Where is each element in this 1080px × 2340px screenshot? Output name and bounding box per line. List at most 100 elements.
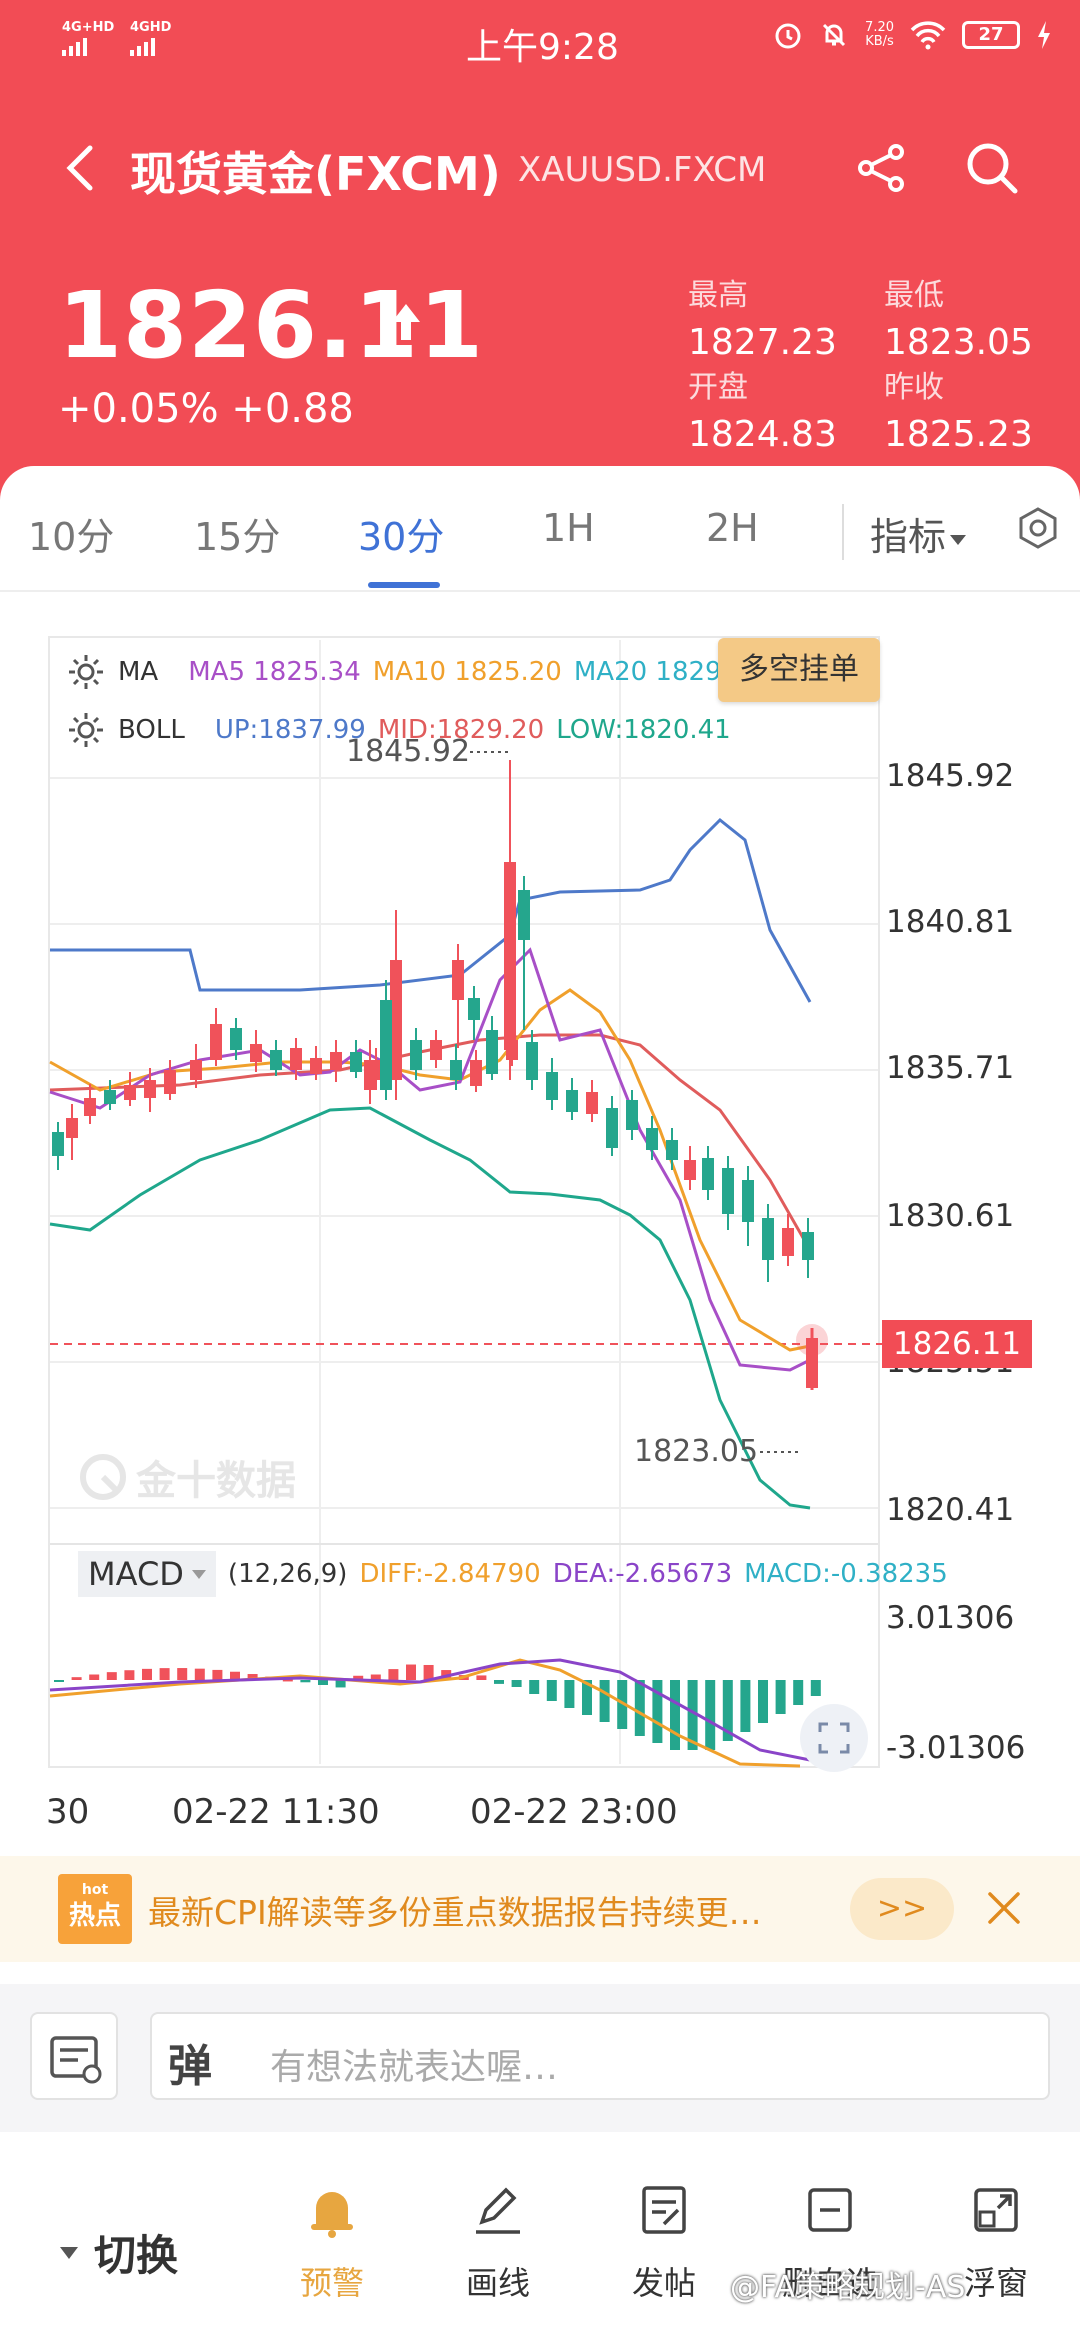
candle-body (452, 960, 464, 1000)
macd-histogram-bar (546, 1680, 557, 1701)
hot-news-banner[interactable]: hot 热点 最新CPI解读等多份重点数据报告持续更… >> (0, 1856, 1080, 1962)
candle-body (742, 1180, 754, 1222)
expand-icon (818, 1722, 850, 1754)
minus-square-icon (808, 2188, 852, 2232)
long-short-order-button[interactable]: 多空挂单 (718, 638, 880, 702)
macd-histogram-bar (124, 1670, 135, 1680)
macd-histogram-bar (106, 1672, 117, 1680)
overlay-watermark: @FA策略规划-AS (730, 2270, 966, 2305)
macd-histogram-bar (388, 1669, 399, 1680)
alert-button[interactable]: 预警 (272, 2180, 392, 2304)
macd-legend: MACD (12,26,9) DIFF:-2.84790 DEA:-2.6567… (66, 1550, 948, 1598)
macd-histogram-bar (406, 1664, 416, 1680)
pen-icon (476, 2187, 520, 2234)
ma10-value: MA10 1825.20 (372, 657, 562, 687)
ma-settings-gear-icon[interactable] (66, 652, 106, 692)
macd-histogram-bar (142, 1668, 152, 1680)
low-marker-label: 1823.05 (634, 1434, 759, 1469)
macd-dea-value: DEA:-2.65673 (552, 1559, 733, 1589)
message-settings-icon (50, 2036, 102, 2084)
price-axis-label: 1830.61 (886, 1198, 1015, 1234)
macd-axis-bottom: -3.01306 (886, 1730, 1026, 1766)
candle-body (468, 998, 480, 1020)
candle-body (330, 1052, 342, 1070)
candle-body (52, 1132, 64, 1156)
macd-histogram-bar (634, 1680, 645, 1736)
macd-histogram-bar (318, 1680, 328, 1686)
candle-body (104, 1090, 116, 1104)
hot-badge: hot 热点 (58, 1874, 132, 1944)
macd-params: (12,26,9) (227, 1559, 348, 1589)
candle-body (470, 1060, 482, 1086)
macd-axis-top: 3.01306 (886, 1600, 1015, 1636)
macd-histogram-bar (740, 1680, 751, 1732)
candle-body (144, 1080, 156, 1098)
candle-body (646, 1128, 658, 1150)
close-icon[interactable] (984, 1888, 1024, 1928)
high-marker-label: 1845.92 (346, 734, 471, 769)
macd-histogram-bar (89, 1674, 100, 1680)
boll-upper-line (50, 817, 812, 1003)
candle-body (164, 1070, 176, 1094)
candle-body (430, 1040, 442, 1060)
hot-news-more-button[interactable]: >> (850, 1878, 954, 1940)
macd-histogram-bar (194, 1668, 205, 1680)
price-axis-label: 1835.71 (886, 1050, 1015, 1086)
boll-label: BOLL (118, 715, 185, 745)
macd-histogram-bar (476, 1675, 487, 1680)
danmaku-icon[interactable]: 弹 (168, 2030, 212, 2094)
macd-histogram-bar (599, 1680, 610, 1722)
candle-body (380, 1000, 392, 1090)
boll-low-value: LOW:1820.41 (556, 715, 731, 745)
macd-histogram-bar (511, 1680, 522, 1687)
candle-body (290, 1048, 302, 1070)
candle-body (250, 1044, 262, 1062)
candle-body (626, 1100, 638, 1130)
candle-body (270, 1050, 282, 1070)
macd-indicator-select[interactable]: MACD (78, 1551, 216, 1597)
macd-histogram-bar (793, 1680, 804, 1705)
comment-list-button[interactable] (30, 2012, 118, 2100)
current-price-dot (796, 1324, 828, 1356)
macd-histogram-bar (71, 1677, 82, 1680)
candle-body (504, 862, 516, 1050)
candle-body (702, 1158, 714, 1190)
ma5-value: MA5 1825.34 (188, 657, 361, 687)
macd-histogram-bar (300, 1680, 311, 1683)
macd-diff-value: DIFF:-2.84790 (359, 1559, 541, 1589)
candle-body (66, 1118, 78, 1138)
boll-settings-gear-icon[interactable] (66, 710, 106, 750)
candle-body (722, 1168, 734, 1214)
chevron-down-icon (191, 1569, 206, 1579)
time-axis-label: 30 (46, 1792, 90, 1832)
candle-body (84, 1098, 96, 1116)
candle-body (762, 1218, 774, 1260)
macd-histogram-bar (775, 1680, 786, 1714)
ma-legend: MA MA5 1825.34 MA10 1825.20 MA20 1829.28 (66, 652, 763, 692)
macd-histogram-bar (810, 1680, 821, 1696)
edit-document-icon (642, 2186, 686, 2234)
switch-button[interactable]: 切换 (60, 2222, 178, 2283)
hot-news-text[interactable]: 最新CPI解读等多份重点数据报告持续更… (148, 1886, 828, 1934)
candle-body (586, 1092, 598, 1114)
comment-input[interactable]: 弹 有想法就表达喔… (150, 2012, 1050, 2100)
draw-line-button[interactable]: 画线 (438, 2180, 558, 2304)
watermark-logo-icon (80, 1454, 126, 1500)
macd-histogram-bar (177, 1668, 188, 1680)
post-button[interactable]: 发帖 (604, 2180, 724, 2304)
macd-histogram-bar (705, 1680, 716, 1750)
boll-up-value: UP:1837.99 (214, 715, 366, 745)
candle-body (486, 1030, 498, 1060)
candle-body (230, 1028, 242, 1050)
candle-body (364, 1060, 376, 1090)
macd-histogram-bar (335, 1680, 346, 1688)
macd-histogram-bar (494, 1680, 504, 1684)
comment-placeholder: 有想法就表达喔… (270, 2047, 559, 2088)
candle-body (782, 1228, 794, 1256)
candle-body (802, 1232, 814, 1260)
fullscreen-button[interactable] (800, 1704, 868, 1772)
macd-histogram-bar (159, 1668, 170, 1680)
time-axis-label: 02-22 11:30 (172, 1792, 380, 1832)
chart-watermark: 金十数据 (78, 1448, 296, 1506)
macd-macd-value: MACD:-0.38235 (744, 1559, 948, 1589)
